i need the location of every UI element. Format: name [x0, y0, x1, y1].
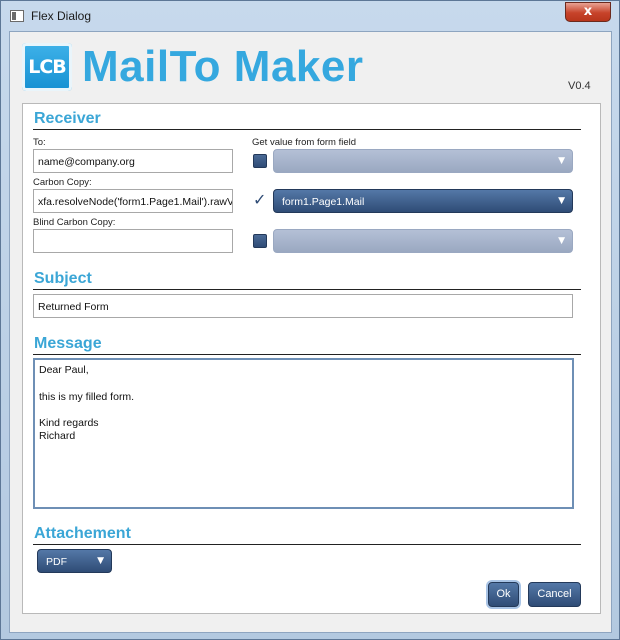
subject-field[interactable]: Returned Form: [33, 294, 573, 318]
app-logo: LCB: [22, 43, 72, 91]
dialog-body: LCB MailTo Maker V0.4 Receiver To: name@…: [9, 31, 612, 633]
to-label: To:: [33, 137, 46, 148]
attachment-heading: Attachement: [34, 525, 131, 542]
chevron-down-icon: ▼: [558, 196, 565, 206]
subject-divider: [33, 289, 581, 290]
ok-button[interactable]: Ok: [488, 582, 519, 607]
dialog-window: Flex Dialog x LCB MailTo Maker V0.4 Rece…: [0, 0, 620, 640]
chevron-down-icon: ▼: [97, 556, 104, 566]
message-divider: [33, 354, 581, 355]
close-button[interactable]: x: [565, 2, 611, 22]
app-title: MailTo Maker: [82, 42, 364, 91]
form-field-label: Get value from form field: [252, 137, 357, 148]
receiver-divider: [33, 129, 581, 130]
bcc-form-field-dropdown[interactable]: ▼: [273, 229, 573, 253]
cc-form-field-value: form1.Page1.Mail: [282, 196, 365, 208]
message-textarea[interactable]: Dear Paul, this is my filled form. Kind …: [33, 358, 574, 509]
cc-form-field-checkbox[interactable]: ✓: [253, 190, 267, 209]
cc-form-field-dropdown[interactable]: form1.Page1.Mail ▼: [273, 189, 573, 213]
window-title: Flex Dialog: [31, 9, 92, 23]
bcc-label: Blind Carbon Copy:: [33, 217, 116, 228]
to-form-field-checkbox[interactable]: [253, 154, 267, 168]
logo-text: LCB: [28, 56, 67, 78]
cc-label: Carbon Copy:: [33, 177, 92, 188]
attachment-format-dropdown[interactable]: PDF ▼: [37, 549, 112, 573]
subject-heading: Subject: [34, 270, 92, 287]
window-icon: [10, 10, 24, 22]
form-panel: Receiver To: name@company.org Carbon Cop…: [22, 103, 601, 614]
check-icon: ✓: [253, 190, 267, 209]
chevron-down-icon: ▼: [558, 236, 565, 246]
cc-field[interactable]: xfa.resolveNode('form1.Page1.Mail').rawV…: [33, 189, 233, 213]
attachment-divider: [33, 544, 581, 545]
attachment-format-value: PDF: [46, 556, 67, 568]
to-form-field-dropdown[interactable]: ▼: [273, 149, 573, 173]
to-field[interactable]: name@company.org: [33, 149, 233, 173]
message-heading: Message: [34, 335, 102, 352]
bcc-form-field-checkbox[interactable]: [253, 234, 267, 248]
cancel-button[interactable]: Cancel: [528, 582, 581, 607]
bcc-field[interactable]: [33, 229, 233, 253]
receiver-heading: Receiver: [34, 110, 101, 127]
title-bar[interactable]: Flex Dialog x: [1, 1, 619, 31]
version-label: V0.4: [568, 80, 591, 92]
chevron-down-icon: ▼: [558, 156, 565, 166]
